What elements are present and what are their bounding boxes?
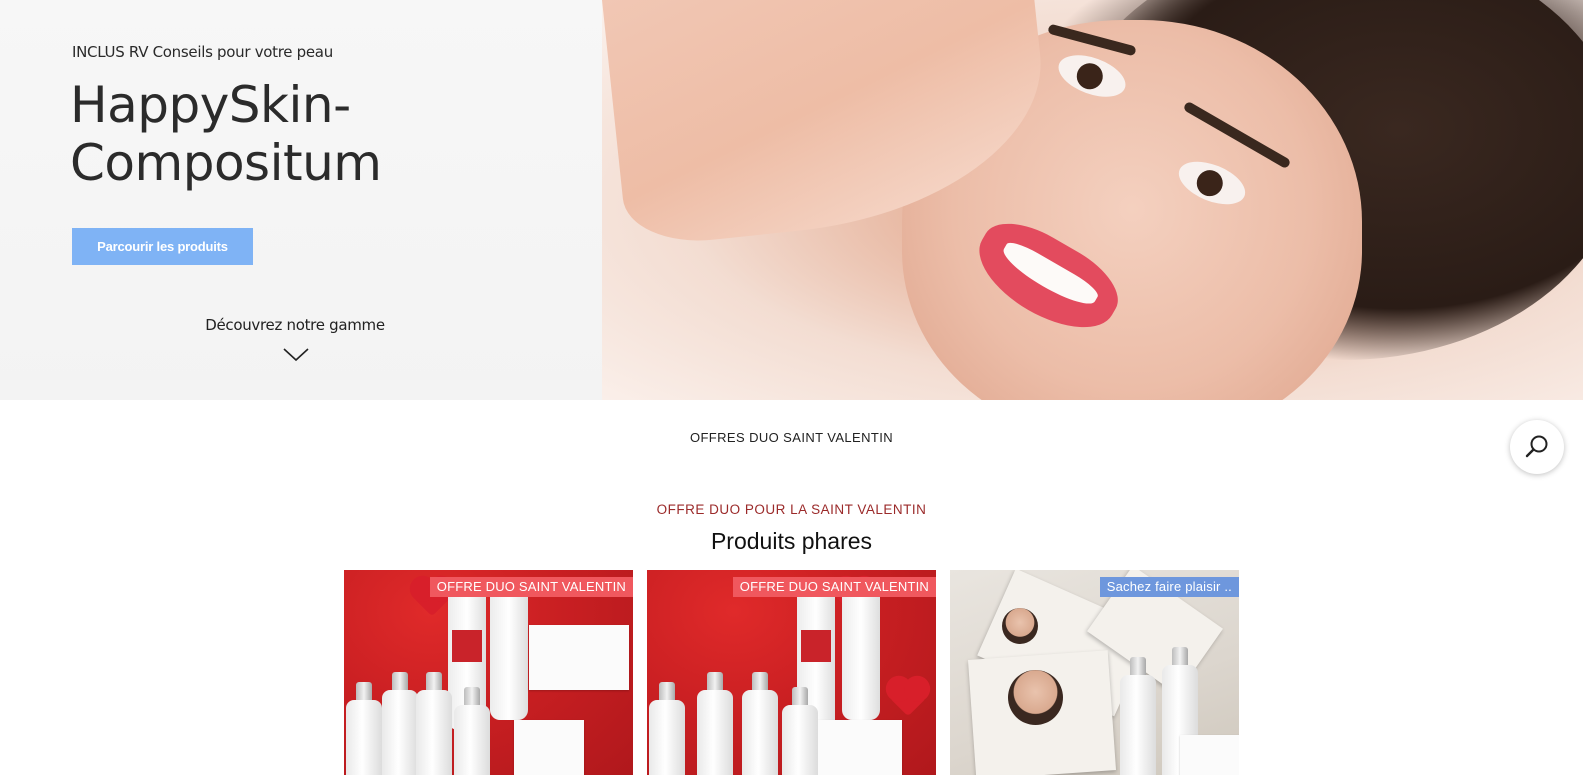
- product-tube: [842, 580, 880, 720]
- product-box: [514, 720, 584, 775]
- chevron-down-icon[interactable]: [282, 347, 310, 363]
- product-box: [529, 625, 629, 690]
- section-nav-link[interactable]: OFFRES DUO SAINT VALENTIN: [0, 430, 1583, 445]
- product-bottle: [1120, 657, 1156, 775]
- product-box: [812, 720, 902, 775]
- product-bottle: [382, 672, 418, 775]
- hero-banner: INCLUS RV Conseils pour votre peau Happy…: [0, 0, 1583, 400]
- search-icon: [1525, 435, 1548, 458]
- product-card[interactable]: OFFRE DUO SAINT VALENTIN: [647, 570, 936, 775]
- product-bottle: [742, 672, 778, 775]
- brochure-portrait: [1008, 670, 1063, 725]
- product-card[interactable]: OFFRE DUO SAINT VALENTIN: [344, 570, 633, 775]
- browse-products-button[interactable]: Parcourir les produits: [72, 228, 253, 265]
- product-bottle: [346, 682, 382, 775]
- product-bottle: [697, 672, 733, 775]
- hero-eyebrow: INCLUS RV Conseils pour votre peau: [72, 43, 333, 61]
- product-bottle: [782, 687, 818, 775]
- product-card[interactable]: Sachez faire plaisir ..: [950, 570, 1239, 775]
- product-badge: OFFRE DUO SAINT VALENTIN: [732, 577, 936, 597]
- product-bottle: [416, 672, 452, 775]
- brochure-portrait: [1002, 608, 1038, 644]
- product-box: [1180, 735, 1239, 775]
- tube-label: [452, 630, 482, 662]
- tube-label: [801, 630, 831, 662]
- heart-decoration: [889, 679, 927, 717]
- product-bottle: [649, 682, 685, 775]
- product-badge: OFFRE DUO SAINT VALENTIN: [429, 577, 633, 597]
- product-tube: [490, 580, 528, 720]
- hero-photo: [602, 0, 1583, 400]
- section-title: Produits phares: [710, 528, 873, 554]
- product-bottle: [454, 687, 490, 775]
- offer-eyebrow: OFFRE DUO POUR LA SAINT VALENTIN: [656, 502, 927, 517]
- hero-title: HappySkin-Compositum: [70, 76, 382, 192]
- discover-range-link[interactable]: Découvrez notre gamme: [130, 316, 460, 334]
- search-button[interactable]: [1510, 420, 1564, 474]
- product-badge: Sachez faire plaisir ..: [1099, 577, 1239, 597]
